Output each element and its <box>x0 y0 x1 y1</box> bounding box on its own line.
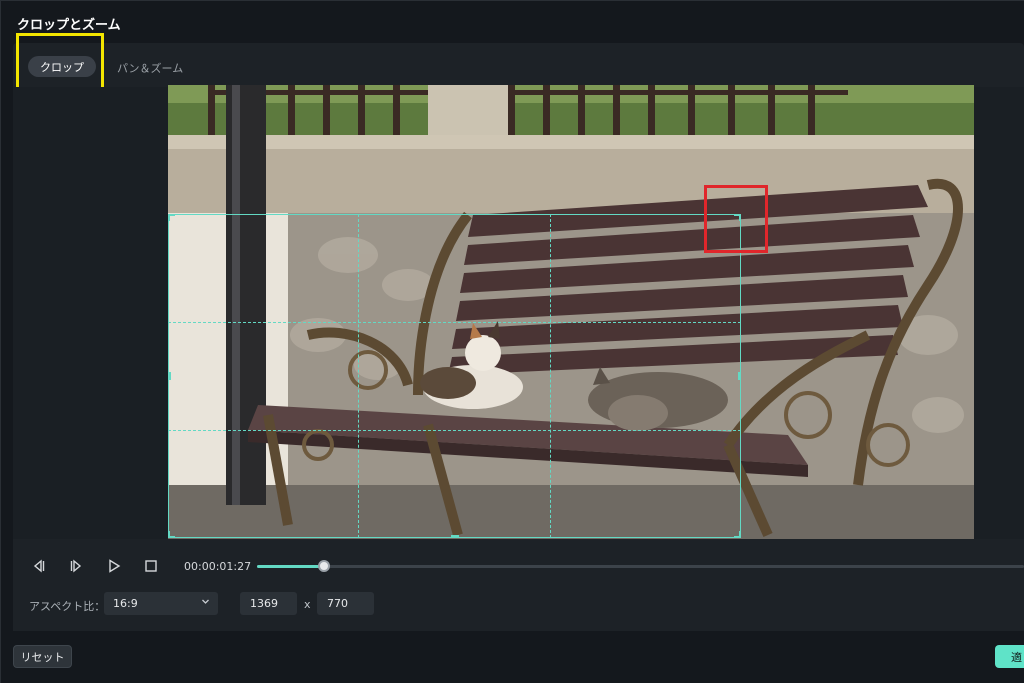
tab-pan-zoom[interactable]: パン＆ズーム <box>117 60 183 76</box>
crop-handle-bottom[interactable] <box>451 535 459 538</box>
crop-handle-bottom-left[interactable] <box>168 531 175 538</box>
crop-handle-top-left[interactable] <box>168 214 175 221</box>
crop-handle-bottom-right[interactable] <box>734 531 741 538</box>
aspect-ratio-label: アスペクト比： <box>29 600 106 613</box>
crop-handle-left[interactable] <box>168 372 171 380</box>
chevron-down-icon <box>201 597 210 609</box>
stop-icon[interactable] <box>141 556 161 576</box>
crop-handle-right[interactable] <box>738 372 741 380</box>
next-frame-icon[interactable] <box>66 556 86 576</box>
crop-grid-line-horizontal <box>168 322 741 323</box>
aspect-ratio-select[interactable]: 16:9 <box>104 592 218 615</box>
crop-grid-line-vertical <box>550 214 551 538</box>
annotation-highlight-yellow <box>16 33 104 92</box>
prev-frame-icon[interactable] <box>29 556 49 576</box>
dimension-separator: x <box>304 598 311 611</box>
crop-width-input[interactable]: 1369 <box>240 592 297 615</box>
crop-grid-line-horizontal <box>168 430 741 431</box>
crop-height-input[interactable]: 770 <box>317 592 374 615</box>
crop-grid-line-vertical <box>358 214 359 538</box>
aspect-ratio-value: 16:9 <box>113 597 138 610</box>
crop-rectangle[interactable] <box>168 214 741 538</box>
timeline-playhead[interactable] <box>318 560 330 572</box>
playback-controls <box>13 539 1024 631</box>
timeline-progress <box>257 565 324 568</box>
dialog-title: クロップとズーム <box>17 18 121 33</box>
annotation-highlight-red <box>704 185 768 253</box>
reset-button[interactable]: リセット <box>13 645 72 668</box>
timecode: 00:00:01:27 <box>184 560 252 573</box>
play-icon[interactable] <box>104 556 124 576</box>
apply-button[interactable]: 適 <box>995 645 1024 668</box>
timeline-slider[interactable] <box>257 565 1024 568</box>
